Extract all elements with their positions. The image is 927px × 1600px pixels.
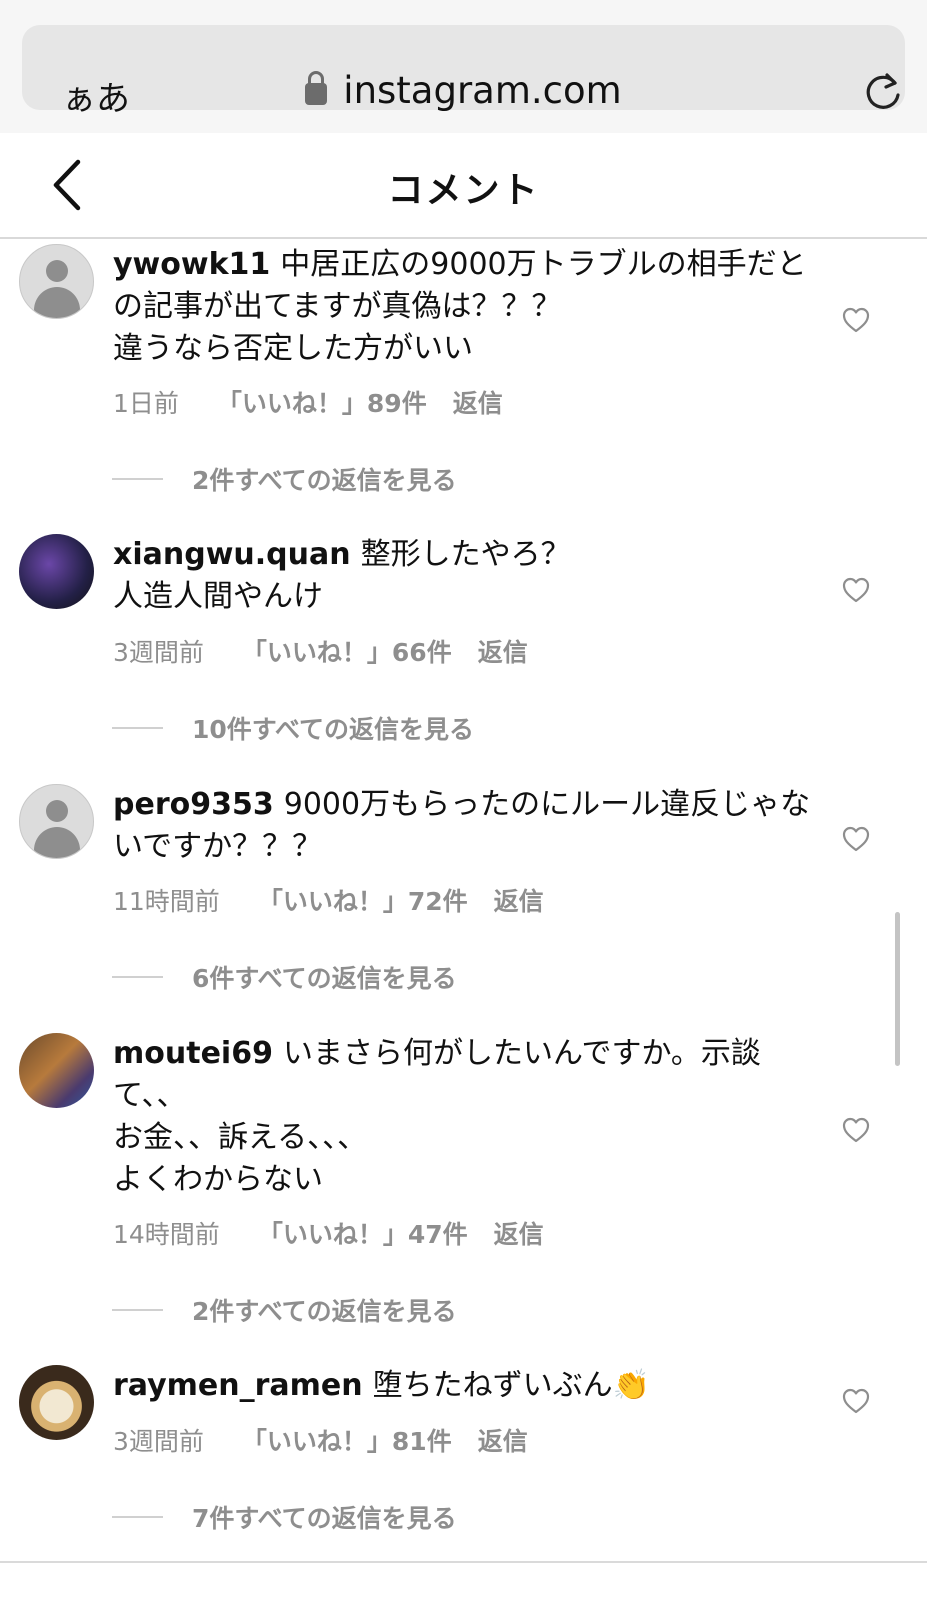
comment-time: 1日前 [113,389,179,418]
heart-icon[interactable] [842,307,870,333]
browser-address-bar: ぁあ instagram.com [0,0,927,134]
view-replies-label: 10件すべての返信を見る [192,715,475,744]
comment-username[interactable]: ywowk11 [113,247,270,282]
comment-meta: 3週間前 「いいね！」66件 返信 [113,633,528,669]
replies-divider [112,727,163,729]
comment-meta: 1日前 「いいね！」89件 返信 [113,384,503,420]
view-replies-label: 7件すべての返信を見る [192,1504,457,1533]
comment-likes[interactable]: 「いいね！」89件 [217,384,427,420]
comment-likes[interactable]: 「いいね！」81件 [242,1422,452,1458]
url-field[interactable]: ぁあ instagram.com [22,25,905,119]
view-replies-button[interactable]: 2件すべての返信を見る [112,461,457,497]
view-replies-button[interactable]: 6件すべての返信を見る [112,959,457,995]
comments-header: コメント [0,133,927,239]
heart-icon[interactable] [842,826,870,852]
divider [0,1561,927,1563]
reload-icon[interactable] [864,71,904,111]
comment-time: 14時間前 [113,1220,220,1249]
comment-username[interactable]: raymen_ramen [113,1368,363,1403]
reply-button[interactable]: 返信 [478,1422,528,1458]
comment-meta: 14時間前 「いいね！」47件 返信 [113,1215,544,1251]
page-title: コメント [387,170,540,211]
reply-button[interactable]: 返信 [453,384,503,420]
comment-body: moutei69 いまさら何がしたいんですか。示談て、、 お金、、訴える、、、 よ… [113,1033,818,1201]
lock-icon [305,71,328,105]
comment-likes[interactable]: 「いいね！」72件 [258,882,468,918]
reply-button[interactable]: 返信 [478,633,528,669]
replies-divider [112,1309,163,1311]
comment-meta: 11時間前 「いいね！」72件 返信 [113,882,544,918]
view-replies-label: 2件すべての返信を見る [192,1297,457,1326]
comment-likes[interactable]: 「いいね！」66件 [242,633,452,669]
heart-icon[interactable] [842,577,870,603]
replies-divider [112,976,163,978]
view-replies-label: 6件すべての返信を見る [192,964,457,993]
comment-meta: 3週間前 「いいね！」81件 返信 [113,1422,528,1458]
comment-likes[interactable]: 「いいね！」47件 [258,1215,468,1251]
reply-button[interactable]: 返信 [494,882,544,918]
avatar[interactable] [19,244,94,319]
url-text: instagram.com [343,69,622,112]
avatar[interactable] [19,1365,94,1440]
reply-button[interactable]: 返信 [494,1215,544,1251]
replies-divider [112,1516,163,1518]
comment-text: 堕ちたねずいぶん👏 [372,1368,650,1403]
comment-username[interactable]: xiangwu.quan [113,537,351,572]
avatar[interactable] [19,784,94,859]
heart-icon[interactable] [842,1117,870,1143]
comment-time: 3週間前 [113,638,204,667]
comment-username[interactable]: pero9353 [113,787,274,822]
comment-body: ywowk11 中居正広の9000万トラブルの相手だとの記事が出てますが真偽は？？… [113,244,818,370]
comment-body: pero9353 9000万もらったのにルール違反じゃないですか？？？ [113,784,818,868]
comment-time: 11時間前 [113,887,220,916]
heart-icon[interactable] [842,1388,870,1414]
view-replies-button[interactable]: 10件すべての返信を見る [112,710,474,746]
scrollbar[interactable] [895,912,900,1066]
replies-divider [112,478,163,480]
avatar[interactable] [19,534,94,609]
view-replies-button[interactable]: 2件すべての返信を見る [112,1292,457,1328]
view-replies-label: 2件すべての返信を見る [192,466,457,495]
comment-time: 3週間前 [113,1427,204,1456]
comment-body: xiangwu.quan 整形したやろ？ 人造人間やんけ [113,534,818,618]
comment-body: raymen_ramen 堕ちたねずいぶん👏 [113,1365,818,1407]
view-replies-button[interactable]: 7件すべての返信を見る [112,1499,457,1535]
comment-username[interactable]: moutei69 [113,1036,273,1071]
avatar[interactable] [19,1033,94,1108]
